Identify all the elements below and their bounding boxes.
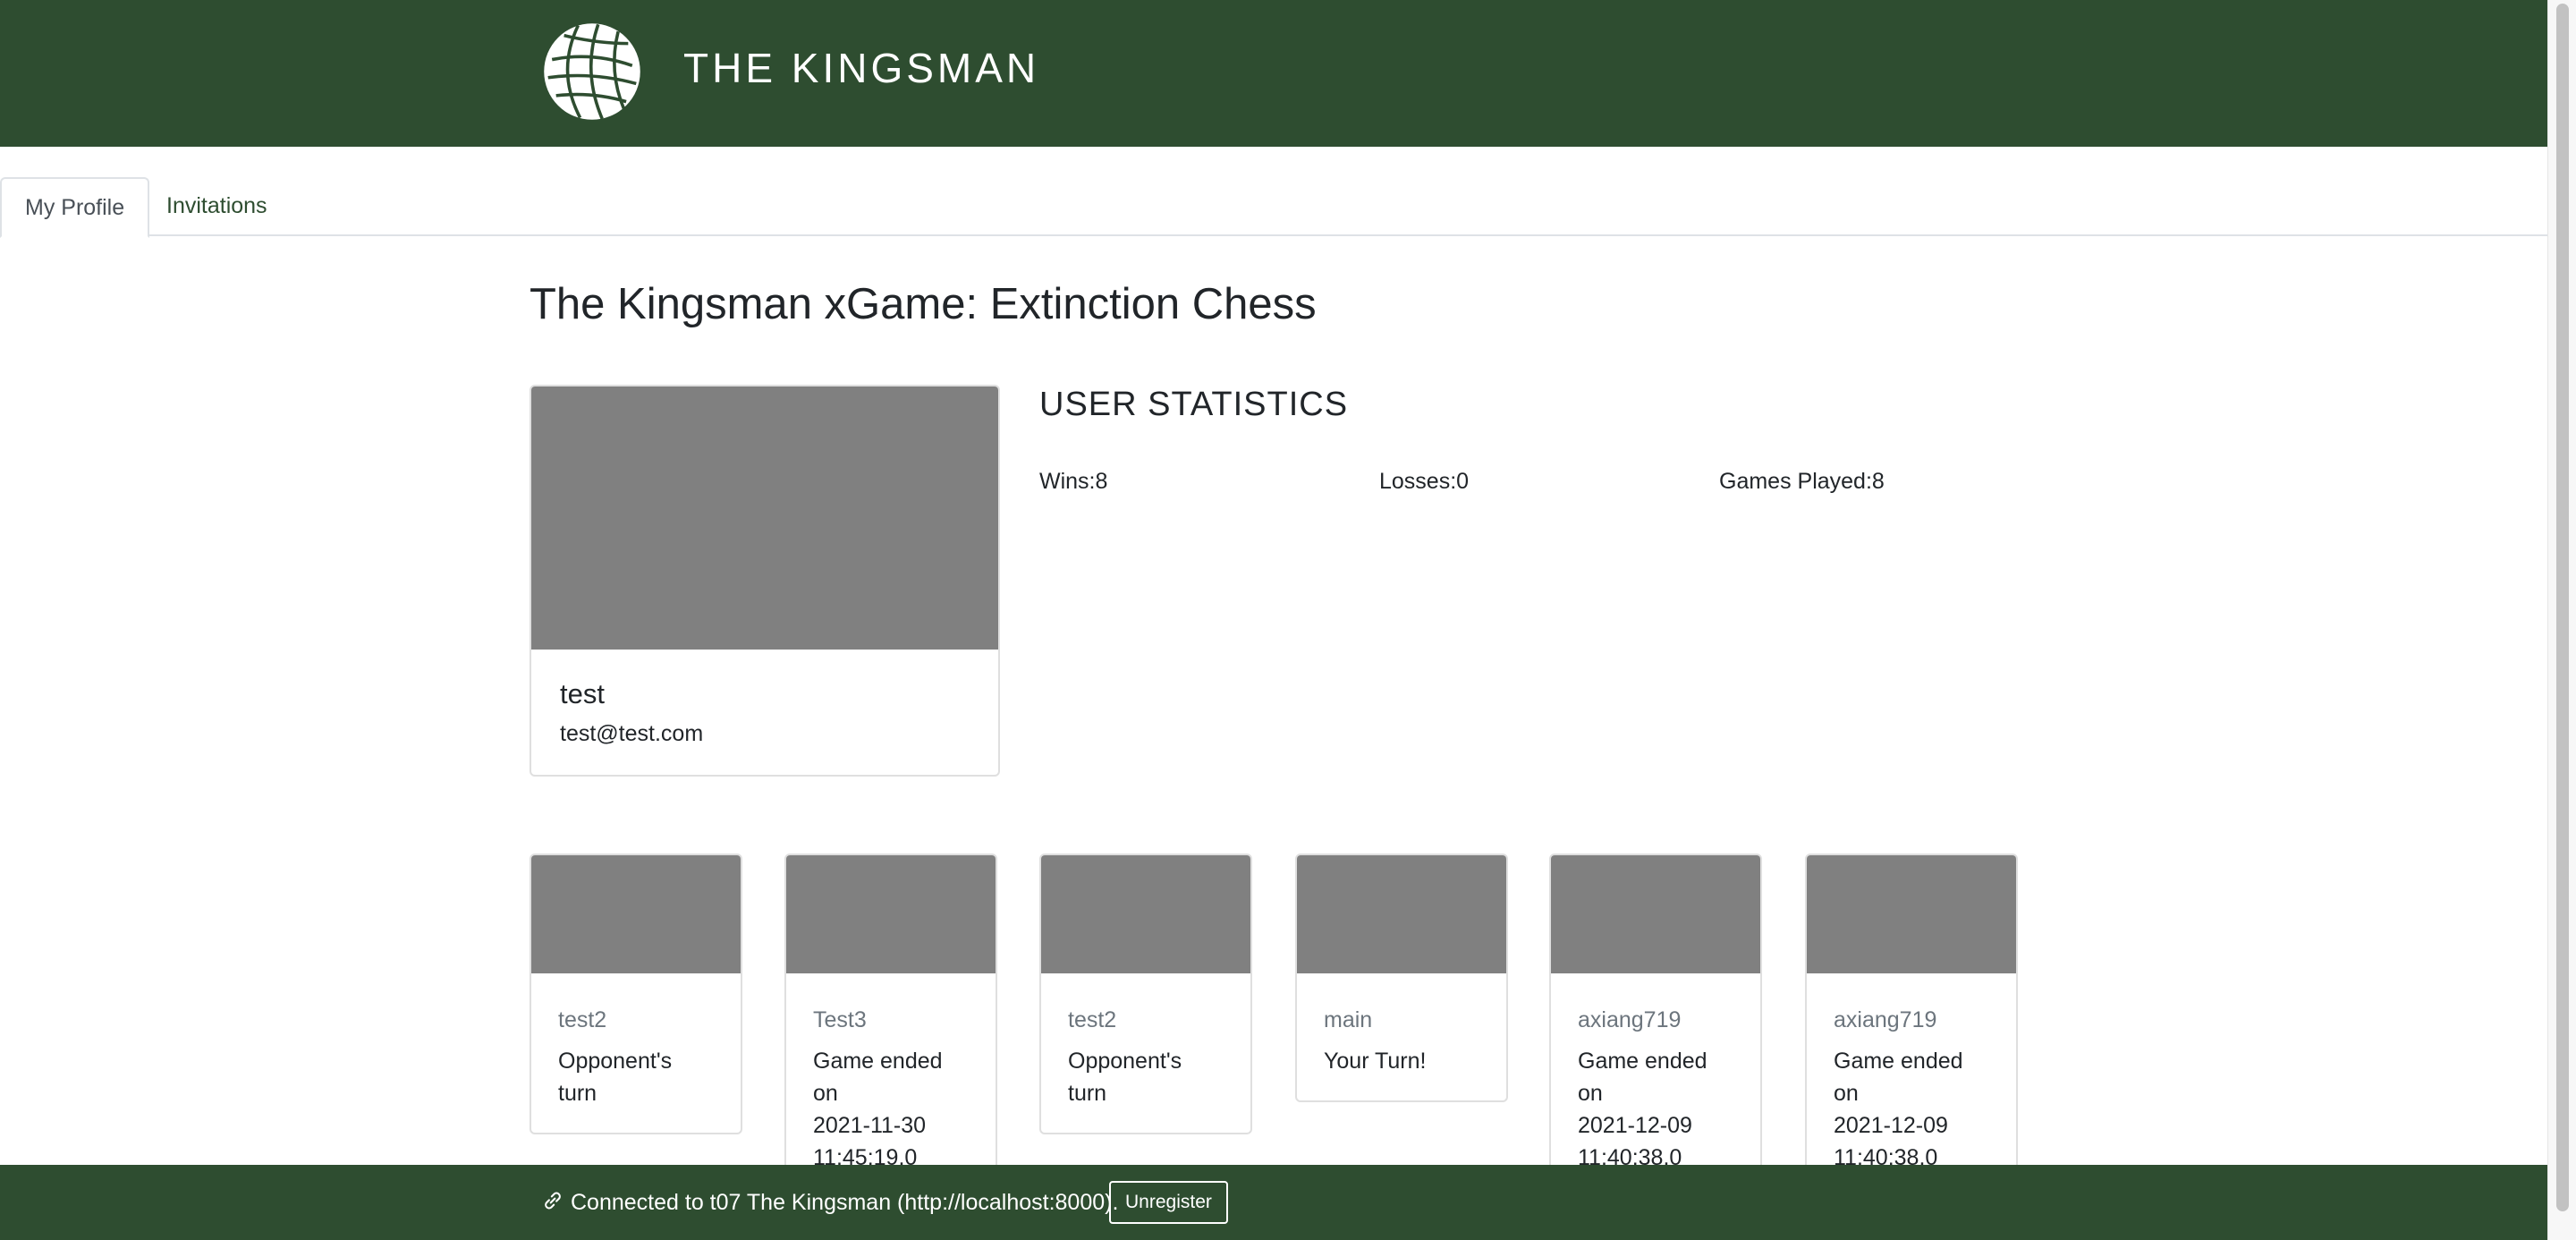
vertical-scrollbar[interactable]	[2547, 0, 2576, 1240]
app-viewport: THE KINGSMAN My Profile Invitations The …	[0, 0, 2547, 1240]
stat-losses: Losses:0	[1379, 469, 1470, 494]
game-image-placeholder	[786, 855, 996, 973]
tab-my-profile[interactable]: My Profile	[0, 177, 150, 238]
brand-title: THE KINGSMAN	[683, 45, 1040, 91]
globe-icon[interactable]	[542, 21, 642, 122]
game-image-placeholder	[1041, 855, 1250, 973]
profile-name: test	[560, 678, 605, 709]
game-status-line: 2021-12-09	[1834, 1113, 1948, 1138]
game-status-line: Game ended on	[1578, 1049, 1707, 1106]
footer-bar: Connected to t07 The Kingsman (http://lo…	[0, 1165, 2547, 1240]
game-card[interactable]: Test3 Game ended on 2021-11-30 11:45:19.…	[784, 854, 997, 1199]
game-image-placeholder	[1807, 855, 2016, 973]
game-opponent: axiang719	[1834, 1007, 1937, 1032]
game-status-line: Game ended on	[1834, 1049, 1963, 1106]
page-title: The Kingsman xGame: Extinction Chess	[530, 280, 1317, 328]
game-status-line: 2021-12-09	[1578, 1113, 1692, 1138]
game-opponent: Test3	[813, 1007, 867, 1032]
scrollbar-thumb[interactable]	[2556, 4, 2569, 1211]
profile-card: test test@test.com	[530, 385, 1000, 777]
unregister-button[interactable]: Unregister	[1109, 1181, 1228, 1224]
game-card-body: axiang719 Game ended on 2021-12-09 11:40…	[1551, 973, 1760, 1197]
tab-bar: My Profile Invitations	[0, 177, 2547, 238]
profile-image-placeholder	[531, 386, 998, 650]
link-icon	[545, 1192, 561, 1210]
profile-email: test@test.com	[560, 721, 704, 746]
game-card-body: test2 Opponent's turn	[1041, 973, 1250, 1133]
game-opponent: test2	[1068, 1007, 1117, 1032]
game-image-placeholder	[1551, 855, 1760, 973]
game-card-body: axiang719 Game ended on 2021-12-09 11:40…	[1807, 973, 2016, 1197]
game-card[interactable]: test2 Opponent's turn	[1039, 854, 1252, 1134]
tab-invitations[interactable]: Invitations	[143, 177, 291, 236]
game-image-placeholder	[1297, 855, 1506, 973]
game-card-body: main Your Turn!	[1297, 973, 1506, 1100]
game-image-placeholder	[531, 855, 741, 973]
game-opponent: axiang719	[1578, 1007, 1682, 1032]
game-card[interactable]: axiang719 Game ended on 2021-12-09 11:40…	[1549, 854, 1762, 1199]
game-status-line: Opponent's	[1068, 1049, 1182, 1074]
game-opponent: test2	[558, 1007, 607, 1032]
game-status-line: 2021-11-30	[813, 1113, 927, 1138]
game-status: Opponent's turn	[1068, 1045, 1224, 1109]
game-status-line: Opponent's	[558, 1049, 673, 1074]
header-bar: THE KINGSMAN	[0, 0, 2547, 147]
game-opponent: main	[1324, 1007, 1373, 1032]
stats-title: USER STATISTICS	[1039, 386, 1349, 423]
game-card-body: Test3 Game ended on 2021-11-30 11:45:19.…	[786, 973, 996, 1197]
game-status-line: turn	[558, 1081, 597, 1106]
game-status: Game ended on 2021-12-09 11:40:38.0	[1834, 1045, 1989, 1174]
game-status: Game ended on 2021-12-09 11:40:38.0	[1578, 1045, 1733, 1174]
game-status-line: Game ended on	[813, 1049, 943, 1106]
game-card-body: test2 Opponent's turn	[531, 973, 741, 1133]
game-status: Your Turn!	[1324, 1045, 1479, 1077]
connection-status: Connected to t07 The Kingsman (http://lo…	[571, 1190, 1119, 1215]
game-card[interactable]: main Your Turn!	[1295, 854, 1508, 1102]
game-card[interactable]: test2 Opponent's turn	[530, 854, 742, 1134]
game-status: Game ended on 2021-11-30 11:45:19.0	[813, 1045, 969, 1174]
game-status-line: Your Turn!	[1324, 1049, 1427, 1074]
stat-wins: Wins:8	[1039, 469, 1108, 494]
stat-games-played: Games Played:8	[1719, 469, 1885, 494]
game-card[interactable]: axiang719 Game ended on 2021-12-09 11:40…	[1805, 854, 2018, 1199]
game-status-line: turn	[1068, 1081, 1107, 1106]
game-status: Opponent's turn	[558, 1045, 714, 1109]
